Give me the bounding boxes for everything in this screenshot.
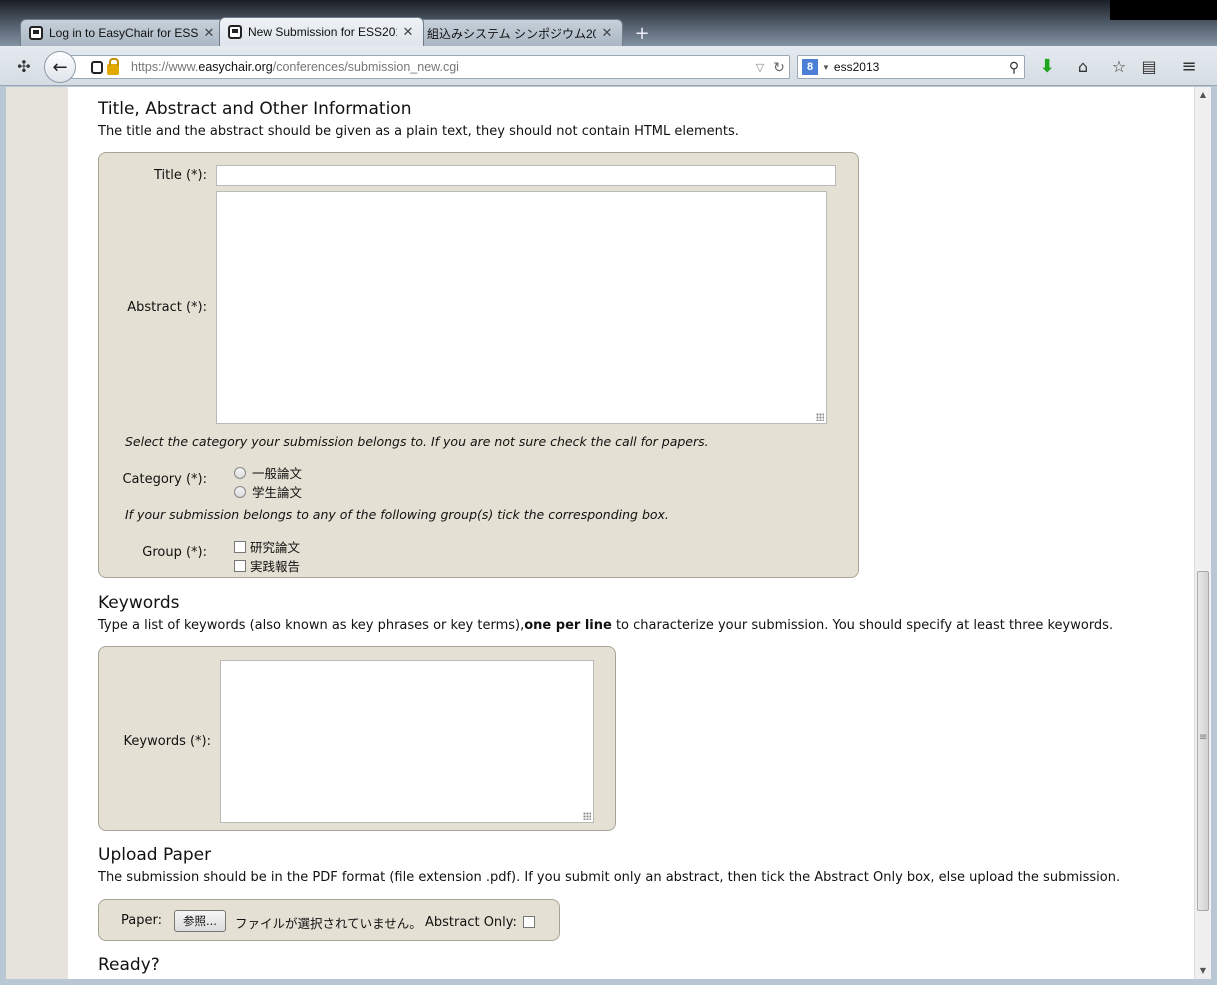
checkbox[interactable] xyxy=(234,540,246,553)
radio-button[interactable] xyxy=(234,466,246,479)
keywords-label: Keywords (*): xyxy=(123,734,211,749)
search-input[interactable]: ess2013 xyxy=(834,60,1004,74)
tab-login[interactable]: Log in to EasyChair for ESS... ✕ xyxy=(20,19,225,46)
radio-button[interactable] xyxy=(234,485,246,498)
close-icon[interactable]: ✕ xyxy=(202,25,216,41)
keywords-section-heading: Keywords xyxy=(98,593,180,613)
category-option[interactable]: 一般論文 xyxy=(234,463,302,482)
chevron-down-icon[interactable]: ▼ xyxy=(822,63,830,72)
tab-strip: Log in to EasyChair for ESS... ✕ New Sub… xyxy=(20,17,657,46)
scrollbar-thumb[interactable] xyxy=(1197,571,1209,911)
paper-label: Paper: xyxy=(121,913,162,928)
search-bar[interactable]: 8 ▼ ess2013 ⚲ xyxy=(797,55,1025,79)
category-hint: Select the category your submission belo… xyxy=(125,434,709,449)
navigation-toolbar: ✣ ← https://www.easychair.org/conference… xyxy=(0,46,1217,86)
tab-label: New Submission for ESS2014 xyxy=(248,25,397,39)
url-text[interactable]: https://www.easychair.org/conferences/su… xyxy=(131,60,751,74)
checkbox[interactable] xyxy=(234,559,246,572)
resize-grip-icon[interactable] xyxy=(583,812,591,820)
close-icon[interactable]: ✕ xyxy=(401,24,415,40)
reading-list-icon[interactable]: ▤ xyxy=(1137,54,1161,78)
left-margin xyxy=(6,87,68,979)
tab-new-submission[interactable]: New Submission for ESS2014 ✕ xyxy=(219,17,424,46)
close-icon[interactable]: ✕ xyxy=(600,25,614,41)
search-icon[interactable]: ⚲ xyxy=(1004,59,1024,76)
category-option-label: 一般論文 xyxy=(252,466,303,481)
window-titlebar: Log in to EasyChair for ESS... ✕ New Sub… xyxy=(0,0,1217,46)
info-section-heading: Title, Abstract and Other Information xyxy=(98,99,412,119)
title-input[interactable] xyxy=(216,165,836,186)
group-hint: If your submission belongs to any of the… xyxy=(125,507,669,522)
category-label: Category (*): xyxy=(122,472,207,487)
keywords-textarea[interactable] xyxy=(220,660,594,823)
category-option-label: 学生論文 xyxy=(252,485,303,500)
group-label: Group (*): xyxy=(142,545,207,560)
reload-icon[interactable]: ↻ xyxy=(769,59,789,76)
title-label: Title (*): xyxy=(153,168,207,183)
titlebar-dark-region xyxy=(1110,0,1217,20)
group-option-label: 実践報告 xyxy=(250,559,301,574)
abstract-textarea[interactable] xyxy=(216,191,827,424)
upload-section-heading: Upload Paper xyxy=(98,845,212,865)
upload-panel: Paper: 参照... ファイルが選択されていません。 Abstract On… xyxy=(98,899,560,941)
puzzle-icon[interactable]: ✣ xyxy=(12,54,36,78)
site-identity[interactable] xyxy=(91,57,131,75)
page-viewport: Title, Abstract and Other Information Th… xyxy=(6,87,1211,979)
group-option[interactable]: 研究論文 xyxy=(234,537,300,556)
easychair-favicon-icon xyxy=(91,60,103,74)
tab-label: Log in to EasyChair for ESS... xyxy=(49,26,198,40)
easychair-favicon-icon xyxy=(29,26,43,40)
upload-section-description: The submission should be in the PDF form… xyxy=(98,870,1121,885)
browse-button[interactable]: 参照... xyxy=(174,910,226,932)
scroll-down-arrow-icon[interactable]: ▼ xyxy=(1195,963,1211,979)
easychair-favicon-icon xyxy=(228,25,242,39)
keywords-section-description: Type a list of keywords (also known as k… xyxy=(98,618,1114,633)
resize-grip-icon[interactable] xyxy=(816,413,824,421)
info-panel: Title (*): Abstract (*): Select the cate… xyxy=(98,152,859,578)
new-tab-button[interactable]: + xyxy=(627,20,657,46)
abstract-label: Abstract (*): xyxy=(127,300,207,315)
lock-icon xyxy=(107,57,119,75)
info-section-description: The title and the abstract should be giv… xyxy=(98,124,739,139)
category-option[interactable]: 学生論文 xyxy=(234,482,302,501)
tab-symposium[interactable]: 組込みシステム シンポジウム20... ✕ xyxy=(418,19,623,46)
back-arrow-icon[interactable]: ← xyxy=(44,51,76,83)
url-bar[interactable]: https://www.easychair.org/conferences/su… xyxy=(70,55,790,79)
vertical-scrollbar[interactable]: ▲ ▼ xyxy=(1194,87,1211,979)
ready-heading: Ready? xyxy=(98,955,160,975)
history-dropdown-icon[interactable]: ▽ xyxy=(751,61,769,74)
abstract-only-checkbox[interactable] xyxy=(523,916,535,928)
keywords-panel: Keywords (*): xyxy=(98,646,616,831)
home-icon[interactable]: ⌂ xyxy=(1071,54,1095,78)
download-icon[interactable]: ⬇ xyxy=(1035,54,1059,78)
star-icon[interactable]: ☆ xyxy=(1107,54,1131,78)
group-option-label: 研究論文 xyxy=(250,540,301,555)
google-icon[interactable]: 8 xyxy=(802,59,818,75)
scroll-up-arrow-icon[interactable]: ▲ xyxy=(1195,87,1211,103)
no-file-selected-text: ファイルが選択されていません。 xyxy=(235,916,422,931)
group-option[interactable]: 実践報告 xyxy=(234,556,300,575)
abstract-only-label: Abstract Only: xyxy=(425,915,517,930)
tab-label: 組込みシステム シンポジウム20... xyxy=(427,26,596,41)
menu-icon[interactable]: ≡ xyxy=(1177,54,1201,78)
